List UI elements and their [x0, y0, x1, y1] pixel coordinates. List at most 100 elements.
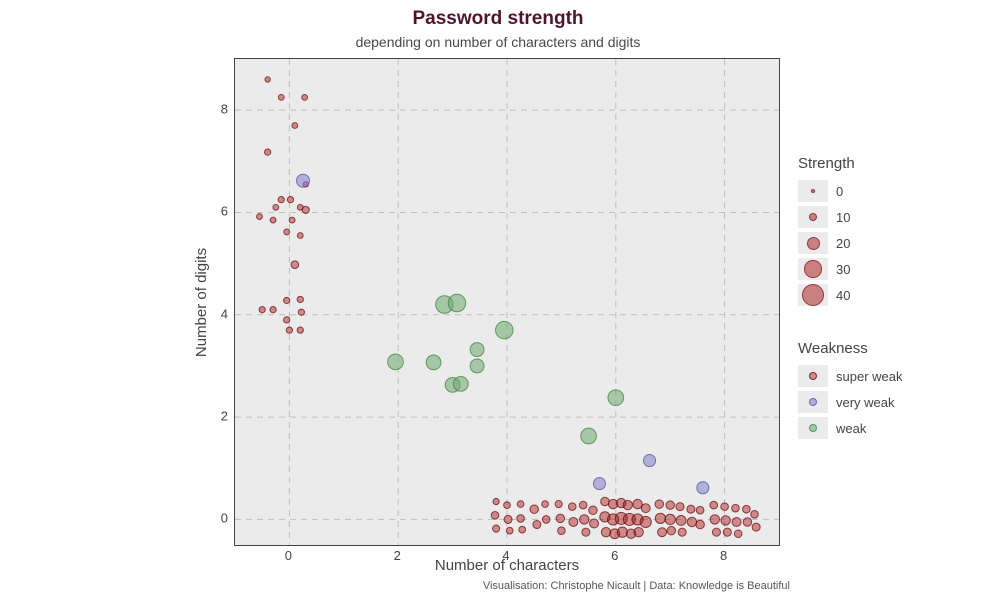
legend-color: Weakness super weak very weak weak [798, 340, 978, 441]
data-point [533, 521, 541, 529]
chart-title: Password strength [0, 8, 996, 30]
legend-color-row: very weak [798, 389, 978, 415]
data-point [297, 174, 310, 187]
legend-color-dot [809, 372, 817, 380]
data-point [286, 327, 292, 333]
data-point [743, 518, 752, 527]
data-point [676, 516, 686, 526]
legend-size: Strength 010203040 [798, 155, 978, 308]
data-point [542, 501, 549, 508]
legend-size-label: 0 [836, 184, 843, 199]
data-point [287, 197, 293, 203]
data-point [284, 317, 290, 323]
legend-size-dot [811, 189, 815, 193]
data-point [751, 511, 759, 519]
data-point [665, 514, 675, 524]
y-tick-label: 2 [221, 409, 228, 424]
data-point [734, 530, 742, 538]
legend-size-swatch [798, 258, 828, 280]
data-point [493, 525, 500, 532]
legend-color-label: weak [836, 421, 866, 436]
data-point [643, 455, 655, 467]
legend-color-label: super weak [836, 369, 902, 384]
legend-size-swatch [798, 180, 828, 202]
data-point [270, 307, 276, 313]
legend-size-row: 20 [798, 230, 978, 256]
data-point [666, 501, 675, 510]
legend-size-row: 40 [798, 282, 978, 308]
legend-color-dot [809, 424, 817, 432]
data-point [496, 321, 514, 339]
data-point [284, 229, 290, 235]
data-point [289, 217, 295, 223]
data-point [601, 497, 610, 506]
y-axis-label: Number of digits [192, 58, 212, 546]
data-point [712, 528, 720, 536]
y-tick-label: 4 [221, 306, 228, 321]
legend-size-label: 40 [836, 288, 850, 303]
x-axis-label: Number of characters [234, 557, 780, 574]
legend-size-swatch [798, 206, 828, 228]
data-point [259, 307, 265, 313]
legend-color-row: super weak [798, 363, 978, 389]
data-point [617, 527, 627, 537]
data-point [667, 526, 676, 535]
data-point [568, 503, 576, 511]
data-point [696, 506, 704, 514]
data-point [298, 309, 304, 315]
legend-size-swatch [798, 284, 828, 306]
legend-size-row: 10 [798, 204, 978, 230]
data-point [273, 204, 279, 210]
data-point [696, 520, 705, 529]
data-point [278, 94, 284, 100]
data-point [655, 513, 665, 523]
data-point [678, 528, 686, 536]
legend-size-row: 0 [798, 178, 978, 204]
data-point [504, 502, 511, 509]
data-point [593, 478, 605, 490]
data-point [556, 514, 565, 523]
data-point [721, 516, 730, 525]
data-point [517, 501, 524, 508]
data-point [658, 528, 667, 537]
legend-size-dot [802, 284, 824, 306]
data-point [555, 500, 562, 507]
chart-subtitle: depending on number of characters and di… [0, 34, 996, 50]
y-tick-label: 0 [221, 511, 228, 526]
data-point [623, 500, 632, 509]
data-point [470, 343, 484, 357]
legend-color-title: Weakness [798, 340, 978, 357]
data-point [608, 390, 624, 406]
data-point [453, 376, 468, 391]
data-point [634, 528, 643, 537]
data-point [519, 526, 526, 533]
data-point [710, 515, 719, 524]
data-point [297, 327, 303, 333]
data-point [697, 482, 709, 494]
data-point [687, 517, 696, 526]
legend-size-dot [807, 237, 820, 250]
data-point [752, 523, 760, 531]
legend-size-label: 20 [836, 236, 850, 251]
data-point [590, 519, 599, 528]
data-point [291, 261, 299, 269]
legend-color-dot [809, 398, 817, 406]
legend-size-label: 10 [836, 210, 850, 225]
figure: Password strength depending on number of… [0, 0, 996, 609]
data-point [530, 505, 539, 513]
data-point [517, 515, 525, 523]
data-point [710, 501, 718, 509]
legend-color-label: very weak [836, 395, 895, 410]
data-point [641, 504, 650, 513]
legend-color-swatch [798, 417, 828, 439]
data-point [732, 504, 740, 512]
data-point [743, 505, 751, 513]
data-point [284, 297, 290, 303]
data-point [470, 359, 484, 373]
data-point [278, 197, 284, 203]
data-point [582, 528, 590, 536]
data-point [580, 515, 589, 524]
data-point [640, 516, 651, 527]
legend-size-label: 30 [836, 262, 850, 277]
data-point [676, 503, 684, 511]
